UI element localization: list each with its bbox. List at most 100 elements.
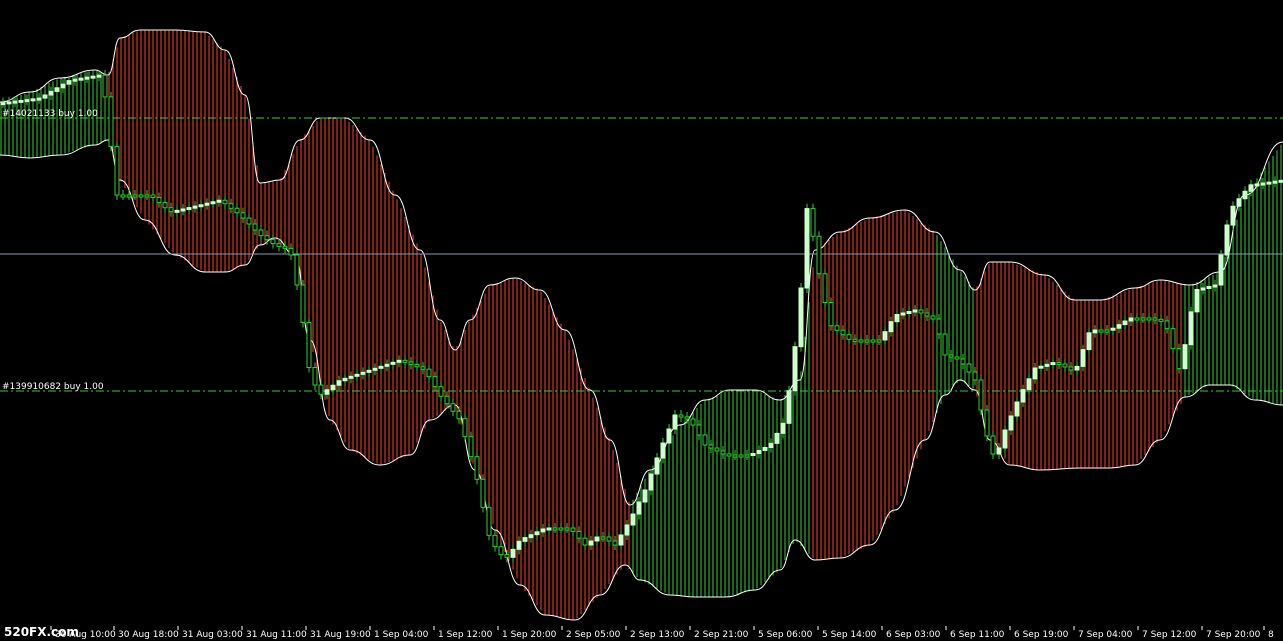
candle-body [570, 527, 576, 532]
candle-body [408, 361, 414, 365]
candle-body [252, 223, 258, 231]
candle-body [24, 99, 30, 103]
candle-body [1200, 287, 1206, 291]
candle-body [618, 534, 624, 546]
candle-body [936, 318, 942, 335]
candle-body [648, 473, 654, 491]
candle-body [738, 454, 744, 458]
candle-body [246, 217, 252, 225]
candle-body [930, 315, 936, 320]
candle-body [1062, 363, 1068, 368]
candle-body [1212, 284, 1218, 288]
candle-body [414, 363, 420, 368]
candle-body [828, 302, 834, 327]
candle-body [882, 331, 888, 341]
candle-body [30, 98, 36, 102]
candle-body [1224, 224, 1230, 256]
candle-body [204, 202, 210, 206]
order-label-lower[interactable]: #139910682 buy 1.00 [2, 382, 104, 392]
candle-body [450, 403, 456, 412]
candle-body [750, 453, 756, 456]
candle-body [690, 418, 696, 426]
candle-body [108, 96, 114, 147]
candle-body [186, 207, 192, 211]
candle-body [918, 309, 924, 314]
candle-body [534, 531, 540, 536]
candle-body [744, 454, 750, 458]
candle-body [888, 321, 894, 333]
price-chart[interactable]: #14021133 buy 1.00 #139910682 buy 1.00 3… [0, 0, 1283, 641]
candle-body [1272, 180, 1278, 184]
candle-body [96, 74, 102, 78]
candle-body [390, 361, 396, 365]
time-axis-label: 7 Sep 04:00 [1078, 630, 1133, 640]
candle-body [630, 513, 636, 526]
candle-body [360, 371, 366, 375]
time-axis-label: 2 Sep 13:00 [630, 630, 685, 640]
candle-body [468, 436, 474, 458]
candle-body [990, 435, 996, 455]
time-axis-label: 5 Sep 06:00 [758, 630, 813, 640]
candle-body [582, 537, 588, 546]
time-axis-label: 6 Sep 11:00 [950, 630, 1005, 640]
candle-body [516, 540, 522, 550]
candle-body [1164, 320, 1170, 330]
candle-body [1008, 415, 1014, 431]
candle-body [912, 309, 918, 313]
candle-body [558, 527, 564, 531]
candle-body [270, 239, 276, 245]
candle-body [282, 245, 288, 249]
candle-body [834, 325, 840, 331]
candle-body [762, 447, 768, 451]
candle-body [1050, 362, 1056, 366]
candle-body [900, 312, 906, 316]
candle-body [684, 416, 690, 420]
candle-body [402, 359, 408, 363]
candle-body [1044, 363, 1050, 367]
candle-body [552, 527, 558, 531]
candle-body [780, 422, 786, 434]
order-label-upper[interactable]: #14021133 buy 1.00 [2, 109, 98, 119]
candle-body [426, 368, 432, 378]
candle-body [1194, 289, 1200, 313]
candle-body [924, 312, 930, 317]
candle-body [810, 208, 816, 237]
candle-body [438, 386, 444, 397]
candle-body [720, 450, 726, 455]
candle-body [228, 203, 234, 209]
candle-body [666, 428, 672, 444]
candle-body [378, 365, 384, 369]
candle-body [120, 194, 126, 198]
watermark-logo: 520FX.com [4, 625, 79, 639]
candle-body [318, 384, 324, 395]
candle-body [642, 489, 648, 503]
candle-body [1158, 318, 1164, 322]
candle-body [348, 375, 354, 379]
candle-body [1170, 328, 1176, 350]
candle-body [672, 414, 678, 430]
time-axis-label: 2 Sep 21:00 [694, 630, 749, 640]
candle-body [660, 442, 666, 459]
candle-body [504, 554, 510, 558]
candle-body [432, 376, 438, 388]
candle-body [1026, 378, 1032, 391]
candle-body [18, 99, 24, 103]
candle-body [162, 202, 168, 209]
candle-body [456, 410, 462, 420]
candle-body [1032, 367, 1038, 380]
candle-body [942, 333, 948, 356]
candle-body [372, 367, 378, 371]
candle-body [234, 207, 240, 214]
candle-body [798, 287, 804, 348]
candle-body [114, 145, 120, 196]
candle-body [1242, 190, 1248, 200]
candle-body [600, 536, 606, 540]
candle-body [288, 247, 294, 256]
candle-body [210, 201, 216, 205]
candle-body [180, 208, 186, 212]
candle-body [1122, 320, 1128, 326]
candle-body [156, 197, 162, 204]
candle-body [66, 80, 72, 85]
candle-body [1116, 324, 1122, 329]
candle-body [1128, 317, 1134, 322]
